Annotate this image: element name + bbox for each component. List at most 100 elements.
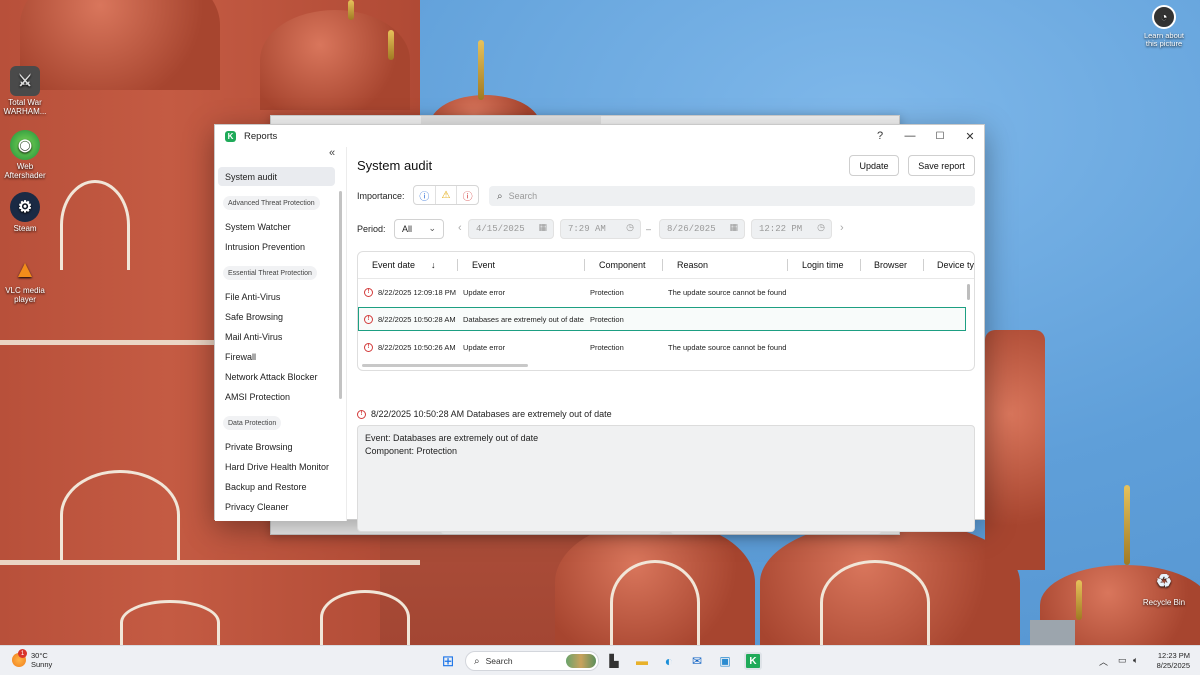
column-separator: [457, 259, 458, 271]
save-report-button[interactable]: Save report: [908, 155, 975, 176]
column-header-login-time[interactable]: Login time: [802, 252, 844, 278]
events-table: Event date ↓ Event Component Reason Logi…: [357, 251, 975, 371]
cell-component: Protection: [590, 287, 624, 297]
table-row[interactable]: ! 8/22/2025 10:50:26 AM Update error Pro…: [358, 336, 966, 360]
desktop-icon-vlc[interactable]: ▲ VLC media player: [0, 254, 50, 304]
clock-time: 12:23 PM: [1157, 651, 1190, 660]
distant-building: [1030, 620, 1075, 645]
sidebar-item-network-attack-blocker[interactable]: Network Attack Blocker: [218, 367, 335, 386]
detail-heading-text: 8/22/2025 10:50:28 AM Databases are extr…: [371, 409, 612, 419]
column-header-event-date[interactable]: Event date ↓: [372, 252, 436, 278]
sidebar-item-private-browsing[interactable]: Private Browsing: [218, 437, 335, 456]
window-title: Reports: [244, 130, 278, 142]
task-view-icon[interactable]: ▙: [605, 652, 623, 670]
taskbar-search[interactable]: ⌕ Search: [465, 651, 599, 671]
search-input[interactable]: ⌕ Search: [489, 186, 975, 206]
kaspersky-icon[interactable]: K: [744, 652, 762, 670]
search-placeholder: Search: [508, 191, 538, 201]
sidebar-item-file-anti-virus[interactable]: File Anti-Virus: [218, 287, 335, 306]
desktop-icon-label: Total War WARHAM...: [3, 98, 47, 116]
minimize-button[interactable]: —: [895, 127, 925, 145]
file-explorer-icon[interactable]: ▬: [633, 652, 651, 670]
cell-event-date: 8/22/2025 10:50:26 AM: [378, 342, 456, 352]
remote-desktop-icon[interactable]: ▣: [716, 652, 734, 670]
importance-filter: ⓘ ⚠ ⓘ: [413, 185, 479, 205]
period-select[interactable]: All ⌄: [394, 219, 444, 239]
sidebar-item-mail-anti-virus[interactable]: Mail Anti-Virus: [218, 327, 335, 346]
previous-period-icon[interactable]: ‹: [458, 222, 462, 234]
date-to-value: 8/26/2025: [667, 224, 716, 234]
sidebar-item-backup-and-restore[interactable]: Backup and Restore: [218, 477, 335, 496]
weather-condition: Sunny: [31, 660, 53, 669]
cell-event-date: 8/22/2025 12:09:18 PM: [378, 287, 456, 297]
next-period-icon[interactable]: ›: [840, 222, 844, 234]
sidebar-item-system-watcher[interactable]: System Watcher: [218, 217, 335, 236]
table-header-divider: [358, 278, 974, 279]
column-header-reason[interactable]: Reason: [677, 252, 708, 278]
time-from-field[interactable]: 7:29 AM ◷: [560, 219, 641, 239]
edge-icon[interactable]: ◐: [660, 652, 678, 670]
column-header-device-type[interactable]: Device ty: [937, 252, 974, 278]
desktop-icon-web[interactable]: ◉ Web Aftershader: [0, 130, 50, 180]
date-from-field[interactable]: 4/15/2025 ▦: [468, 219, 554, 239]
outlook-icon[interactable]: ✉: [688, 652, 706, 670]
table-horizontal-scrollbar[interactable]: [362, 364, 528, 367]
tower: [985, 330, 1045, 570]
windows-start-icon[interactable]: ⊞: [439, 652, 457, 670]
sun-icon: 1: [12, 649, 27, 667]
weather-widget[interactable]: 1 30°C Sunny: [12, 649, 53, 669]
column-separator: [923, 259, 924, 271]
finial: [478, 40, 484, 100]
column-separator: [584, 259, 585, 271]
desktop-icon-recycle-bin[interactable]: ♻ Recycle Bin: [1139, 566, 1189, 608]
time-to-field[interactable]: 12:22 PM ◷: [751, 219, 832, 239]
sidebar-scrollbar[interactable]: [339, 191, 342, 399]
column-header-event[interactable]: Event: [472, 252, 495, 278]
table-vertical-scrollbar[interactable]: [967, 284, 970, 300]
desktop-icon-total-war[interactable]: ⚔ Total War WARHAM...: [0, 66, 50, 116]
column-header-component[interactable]: Component: [599, 252, 646, 278]
sidebar-item-hard-drive-health-monitor[interactable]: Hard Drive Health Monitor: [218, 457, 335, 476]
help-button[interactable]: ?: [865, 127, 895, 145]
error-icon[interactable]: ⓘ: [457, 186, 478, 204]
sidebar-item-safe-browsing[interactable]: Safe Browsing: [218, 307, 335, 326]
steam-icon: ⚙: [10, 192, 40, 222]
learn-about-picture[interactable]: ◔ Learn about this picture: [1138, 5, 1190, 48]
main-content: System audit Update Save report Importan…: [347, 147, 986, 532]
system-clock[interactable]: 12:23 PM 8/25/2025: [1150, 651, 1190, 671]
table-row-selected[interactable]: ! 8/22/2025 10:50:28 AM Databases are ex…: [358, 307, 966, 331]
volume-icon[interactable]: 🔈︎: [1133, 655, 1138, 666]
sidebar-item-system-audit[interactable]: System audit: [218, 167, 335, 186]
dome: [20, 0, 220, 90]
update-button[interactable]: Update: [849, 155, 899, 176]
web-icon: ◉: [10, 130, 40, 160]
column-header-browser[interactable]: Browser: [874, 252, 907, 278]
date-range-separator: –: [646, 224, 652, 234]
title-bar[interactable]: K Reports ? — ☐ ✕: [215, 125, 984, 147]
collapse-sidebar-button[interactable]: «: [329, 147, 335, 159]
show-hidden-icons-chevron-icon[interactable]: ︿: [1099, 655, 1108, 668]
cell-event: Update error: [463, 287, 506, 297]
desktop-icon-label: VLC media player: [5, 286, 45, 304]
maximize-button[interactable]: ☐: [925, 127, 955, 145]
reports-window: K Reports ? — ☐ ✕ « System audit Advance…: [214, 124, 986, 532]
info-icon[interactable]: ⓘ: [414, 186, 436, 204]
sidebar-item-firewall[interactable]: Firewall: [218, 347, 335, 366]
cell-component: Protection: [590, 342, 624, 352]
cell-event: Databases are extremely out of date: [463, 314, 584, 324]
event-details-panel[interactable]: Event: Databases are extremely out of da…: [357, 425, 975, 532]
close-button[interactable]: ✕: [955, 127, 985, 145]
arch: [610, 560, 700, 645]
arch: [60, 470, 180, 560]
sidebar-item-intrusion-prevention[interactable]: Intrusion Prevention: [218, 237, 335, 256]
desktop-icon-steam[interactable]: ⚙ Steam: [0, 192, 50, 233]
table-row[interactable]: ! 8/22/2025 12:09:18 PM Update error Pro…: [358, 281, 966, 305]
clock-icon: ◷: [817, 223, 825, 233]
column-separator: [787, 259, 788, 271]
detail-heading: ! 8/22/2025 10:50:28 AM Databases are ex…: [357, 409, 612, 419]
date-to-field[interactable]: 8/26/2025 ▦: [659, 219, 745, 239]
warning-icon[interactable]: ⚠: [436, 186, 458, 204]
network-icon[interactable]: ▭: [1118, 655, 1127, 666]
sidebar-item-amsi-protection[interactable]: AMSI Protection: [218, 387, 335, 406]
sidebar-item-privacy-cleaner[interactable]: Privacy Cleaner: [218, 497, 335, 516]
